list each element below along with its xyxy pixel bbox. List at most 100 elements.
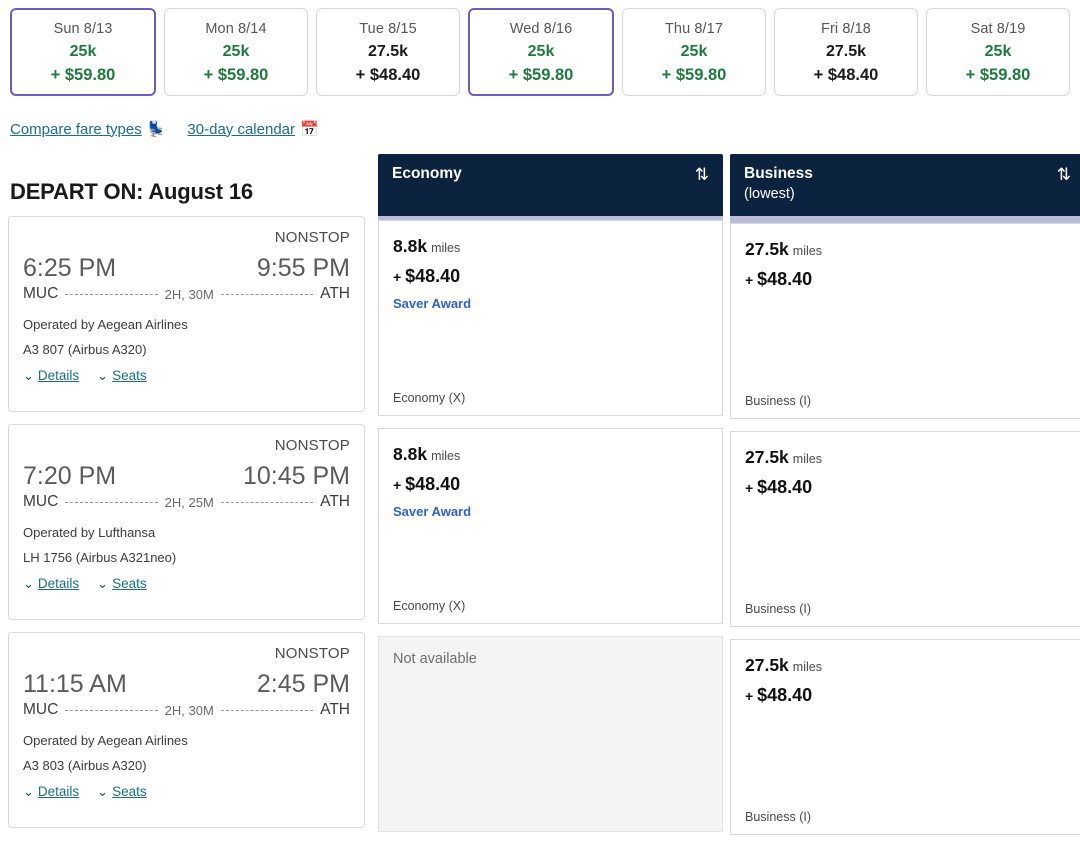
business-accent-bar	[730, 216, 1080, 223]
chevron-down-icon: ⌄	[23, 576, 34, 591]
fare-cash: + $48.40	[745, 685, 1070, 706]
stops-label: NONSTOP	[274, 645, 350, 662]
flight-number: A3 803 (Airbus A320)	[23, 758, 147, 773]
route-line-right	[220, 293, 314, 295]
calendar-link[interactable]: 30-day calendar 📅	[187, 120, 319, 139]
date-tab-3[interactable]: Wed 8/16 25k + $59.80	[468, 8, 614, 96]
seats-link[interactable]: ⌄ Seats	[97, 576, 146, 591]
fare-miles-unit: miles	[431, 241, 461, 255]
economy-column-header[interactable]: Economy ⇅	[378, 154, 723, 216]
chevron-down-icon: ⌄	[97, 368, 109, 383]
fare-class-label: Economy (X)	[393, 391, 466, 405]
date-tab-day: Thu 8/17	[664, 20, 724, 37]
saver-award-badge: Saver Award	[393, 503, 472, 519]
fare-class-label: Economy (X)	[393, 599, 466, 613]
fare-cash: + $48.40	[745, 477, 1070, 498]
flight-results-grid: DEPART ON: August 16 NONSTOP 6:25 PM 9:55 …	[0, 140, 1080, 847]
chevron-down-icon: ⌄	[23, 368, 34, 383]
fare-cash-value: $48.40	[757, 684, 813, 705]
fare-miles: 27.5k miles	[745, 238, 1070, 261]
flight-card: NONSTOP 6:25 PM 9:55 PM MUC 2H, 30M ATH Operat…	[8, 216, 365, 412]
seats-link-label: Seats	[112, 368, 147, 383]
business-header-label: Business	[744, 165, 813, 182]
fare-cell-spacer	[745, 290, 1070, 394]
date-tab-0[interactable]: Sun 8/13 25k + $59.80	[10, 8, 156, 96]
details-link[interactable]: ⌄ Details	[23, 368, 79, 383]
business-fare-cell[interactable]: 27.5k miles + $48.40 Business (I)	[730, 639, 1080, 835]
destination-code: ATH	[320, 285, 350, 302]
business-column-header[interactable]: Business (lowest) ⇅	[730, 154, 1080, 216]
util-link-label: Compare fare types	[10, 120, 142, 138]
origin-code: MUC	[23, 285, 59, 302]
flight-route: MUC 2H, 30M ATH	[23, 701, 350, 719]
flight-card-list: NONSTOP 6:25 PM 9:55 PM MUC 2H, 30M ATH Operat…	[8, 216, 365, 828]
flight-times: 7:20 PM 10:45 PM	[23, 462, 350, 491]
business-fare-cell[interactable]: 27.5k miles + $48.40 Business (I)	[730, 223, 1080, 419]
date-tab-1[interactable]: Mon 8/14 25k + $59.80	[164, 8, 308, 96]
business-fare-cell[interactable]: 27.5k miles + $48.40 Business (I)	[730, 431, 1080, 627]
details-link[interactable]: ⌄ Details	[23, 784, 79, 799]
flight-number: A3 807 (Airbus A320)	[23, 342, 147, 357]
depart-time: 7:20 PM	[23, 462, 117, 490]
date-tab-2[interactable]: Tue 8/15 27.5k + $48.40	[316, 8, 460, 96]
origin-code: MUC	[23, 701, 59, 718]
fare-class-label: Business (I)	[745, 810, 811, 824]
date-tab-6[interactable]: Sat 8/19 25k + $59.80	[926, 8, 1070, 96]
seats-link[interactable]: ⌄ Seats	[97, 368, 146, 383]
sort-icon[interactable]: ⇅	[1057, 164, 1071, 183]
date-tab-miles: 25k	[527, 43, 555, 61]
origin-code: MUC	[23, 493, 59, 510]
date-tab-miles: 25k	[222, 43, 250, 61]
calendar-icon: 📅	[300, 121, 319, 138]
details-link-label: Details	[37, 368, 80, 383]
flight-duration: 2H, 30M	[164, 286, 214, 302]
economy-header-labels: Economy	[392, 164, 462, 185]
seats-link[interactable]: ⌄ Seats	[97, 784, 146, 799]
flight-times: 6:25 PM 9:55 PM	[23, 254, 350, 283]
fare-miles-value: 27.5k	[745, 447, 789, 467]
date-tab-miles: 27.5k	[367, 43, 409, 61]
stops-label: NONSTOP	[274, 437, 350, 454]
date-tab-miles: 25k	[680, 43, 708, 61]
date-tab-cash: + $48.40	[355, 66, 421, 85]
details-link[interactable]: ⌄ Details	[23, 576, 79, 591]
seat-icon: 💺	[146, 121, 166, 138]
date-tab-cash: + $59.80	[203, 66, 269, 85]
business-column: Business (lowest) ⇅ 27.5k miles + $48.40 Bu…	[730, 140, 1080, 847]
route-line-right	[220, 501, 314, 503]
fare-cash-value: $48.40	[405, 265, 461, 286]
depart-time: 6:25 PM	[23, 254, 117, 282]
date-tab-day: Fri 8/18	[821, 20, 871, 37]
depart-time: 11:15 AM	[23, 670, 127, 698]
date-tab-miles: 25k	[69, 43, 97, 61]
operated-by: Operated by Lufthansa	[23, 525, 156, 540]
date-tab-cash: + $59.80	[50, 66, 116, 85]
fare-miles-value: 27.5k	[745, 655, 789, 675]
route-line-right	[220, 709, 314, 711]
date-tab-day: Wed 8/16	[509, 20, 573, 37]
fare-miles-value: 8.8k	[393, 236, 428, 256]
economy-cell-list: 8.8k miles + $48.40 Saver Award Economy (X) 8…	[378, 220, 723, 832]
arrive-time: 2:45 PM	[256, 670, 350, 698]
operated-by: Operated by Aegean Airlines	[23, 317, 188, 332]
details-link-label: Details	[37, 576, 80, 591]
fare-class-label: Business (I)	[745, 394, 811, 408]
fare-cash-value: $48.40	[757, 476, 813, 497]
flight-duration: 2H, 30M	[164, 702, 214, 718]
economy-fare-cell[interactable]: 8.8k miles + $48.40 Saver Award Economy (X)	[378, 428, 723, 624]
date-tab-cash: + $59.80	[508, 66, 574, 85]
fare-miles: 8.8k miles	[393, 443, 708, 466]
fare-cash-plus: +	[745, 479, 758, 496]
date-tab-5[interactable]: Fri 8/18 27.5k + $48.40	[774, 8, 918, 96]
date-tab-4[interactable]: Thu 8/17 25k + $59.80	[622, 8, 766, 96]
date-tab-miles: 25k	[984, 43, 1012, 61]
seat-link[interactable]: Compare fare types 💺	[10, 120, 166, 139]
date-tab-cash: + $59.80	[965, 66, 1031, 85]
flight-route: MUC 2H, 30M ATH	[23, 285, 350, 303]
business-header-sublabel: (lowest)	[744, 185, 795, 202]
fare-cell-spacer	[393, 519, 708, 599]
sort-icon[interactable]: ⇅	[695, 164, 709, 183]
flight-card: NONSTOP 7:20 PM 10:45 PM MUC 2H, 25M ATH Opera…	[8, 424, 365, 620]
date-tab-day: Sat 8/19	[970, 20, 1026, 37]
economy-fare-cell[interactable]: 8.8k miles + $48.40 Saver Award Economy (X)	[378, 220, 723, 416]
